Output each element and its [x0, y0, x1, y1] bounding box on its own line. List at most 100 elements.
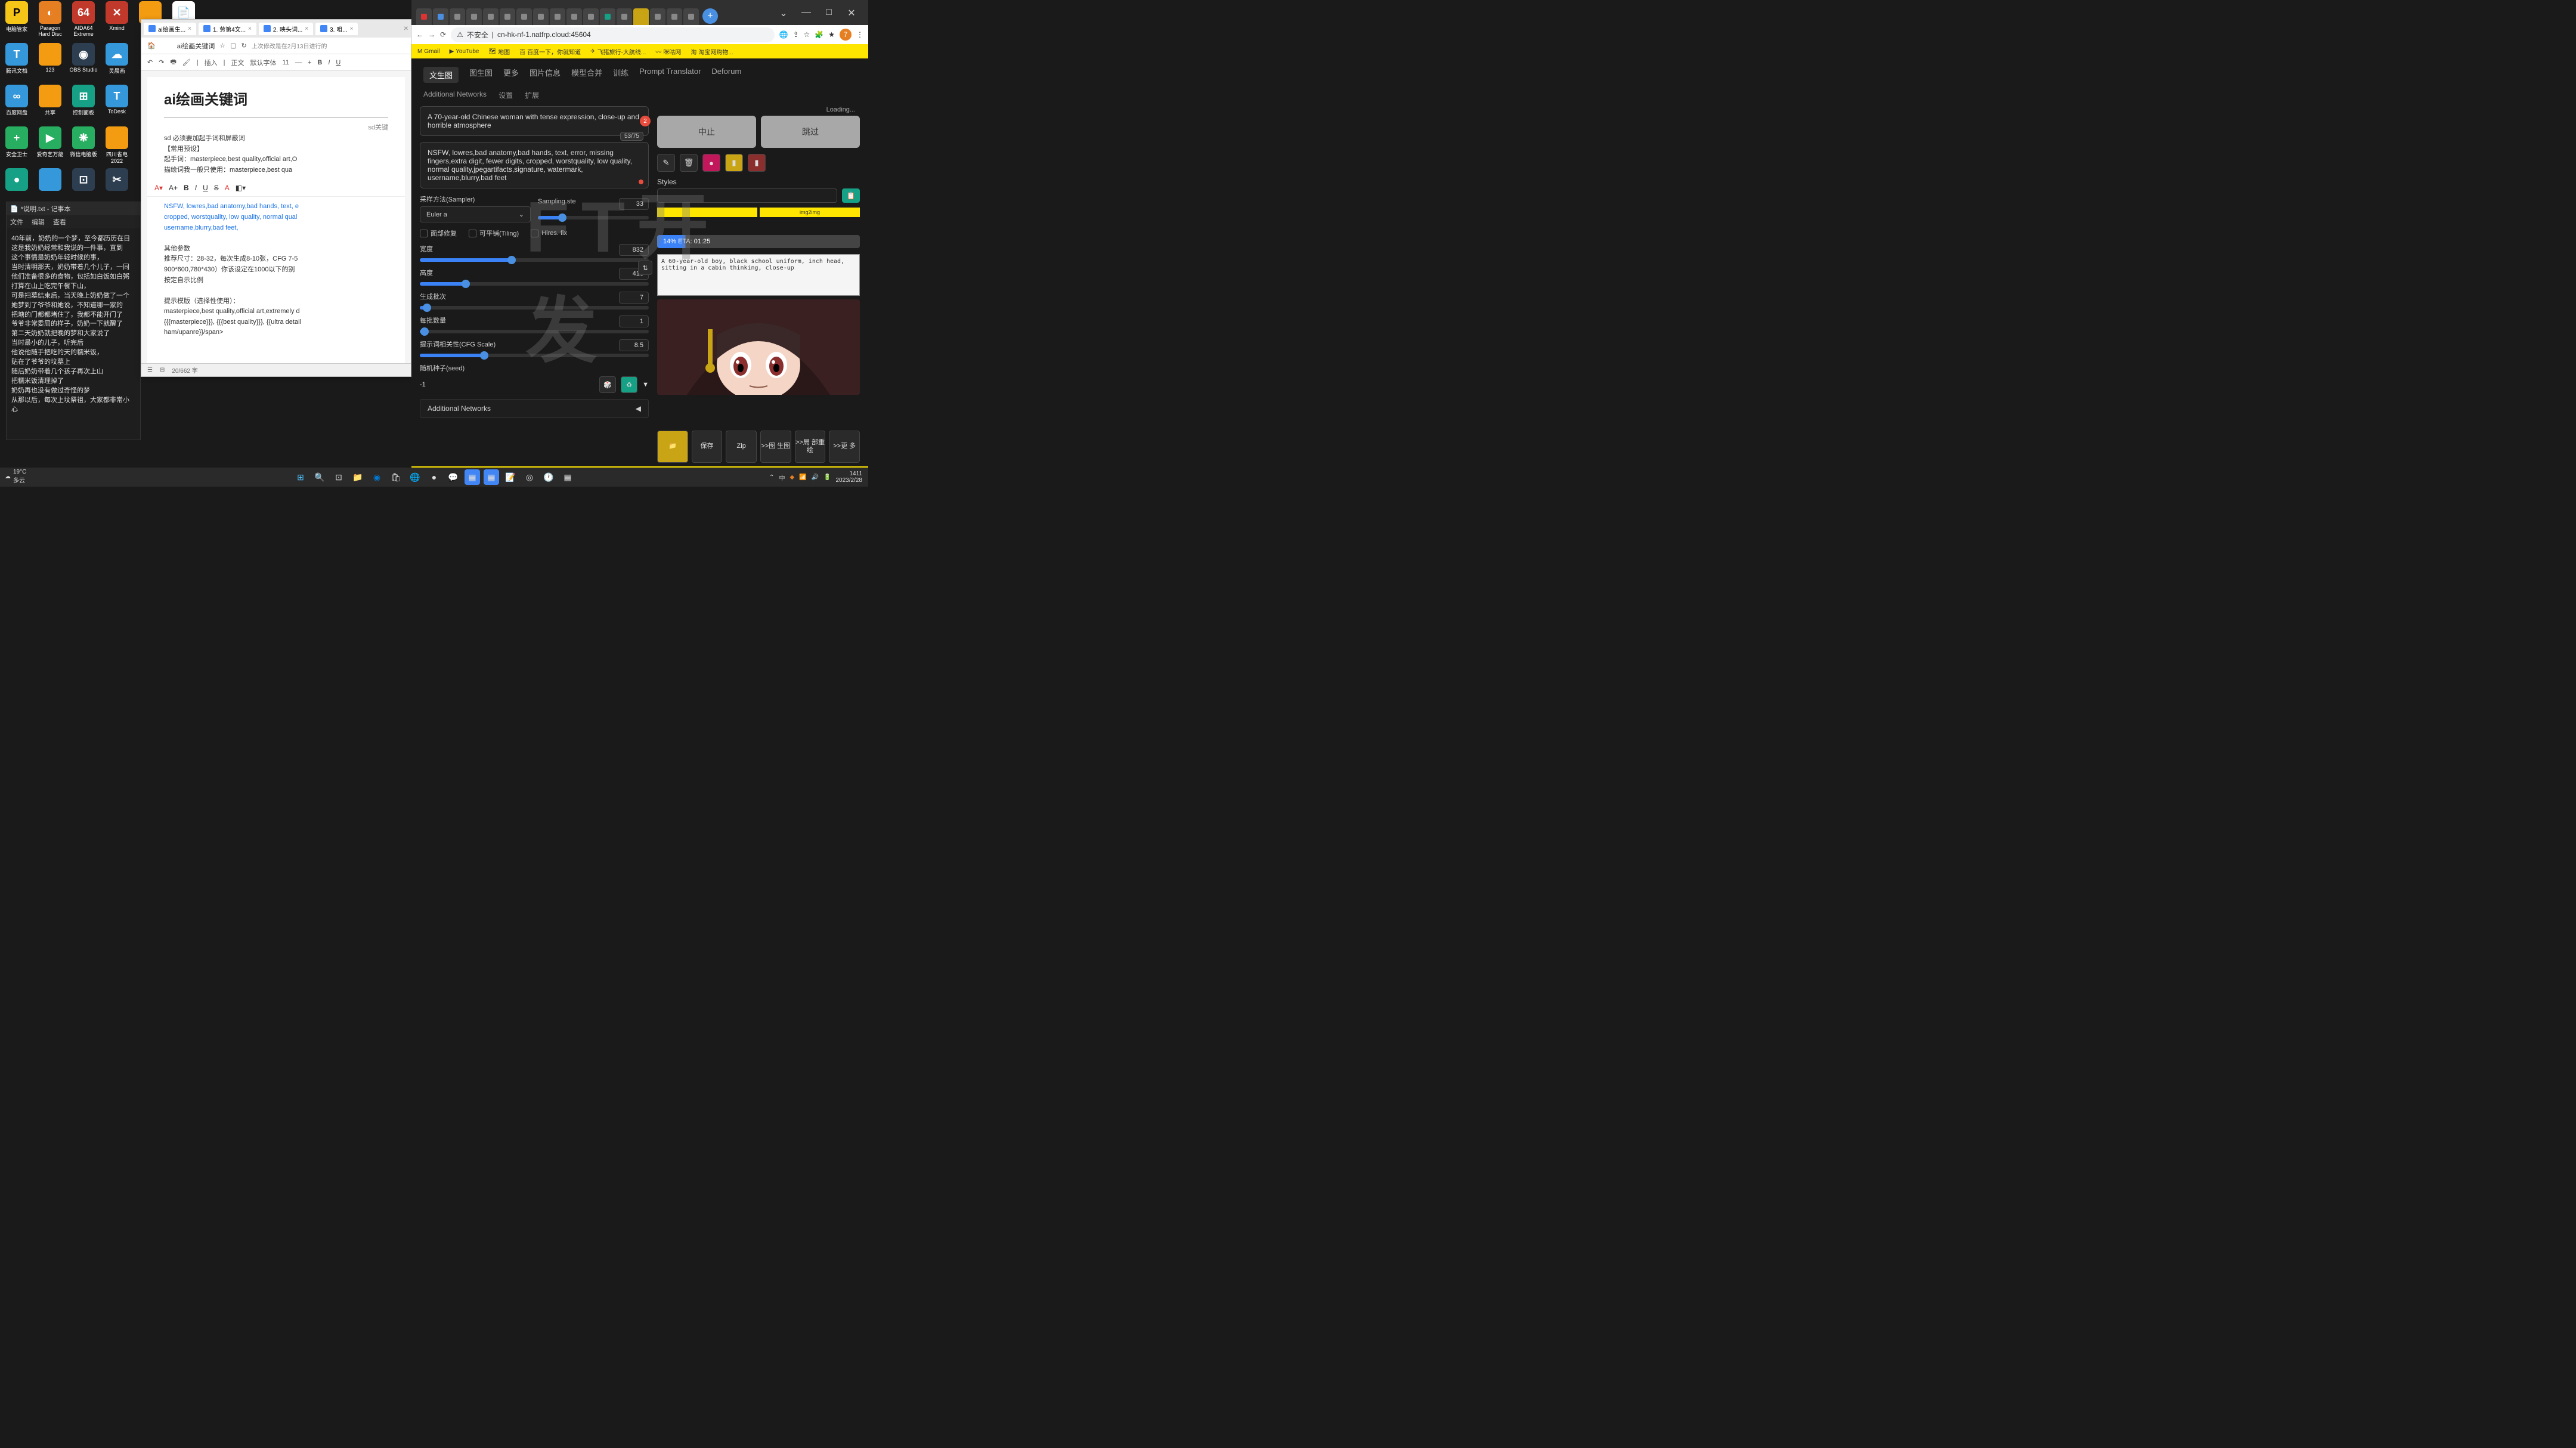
browser-tab[interactable] — [433, 8, 448, 25]
cfg-value[interactable]: 8.5 — [619, 339, 649, 351]
forward-icon[interactable]: → — [428, 30, 435, 39]
height-slider[interactable] — [420, 282, 649, 286]
desktop-icon[interactable]: ◉OBS Studio — [67, 42, 100, 83]
minimize-icon[interactable]: — — [798, 7, 815, 19]
browser-tab[interactable] — [600, 8, 615, 25]
bookmark-item[interactable]: 百百度一下，你就知道 — [519, 47, 581, 56]
clock-icon[interactable]: 🕐 — [541, 469, 556, 485]
skip-button[interactable]: 跳过 — [761, 116, 860, 148]
desktop-icon[interactable]: P电脑管家 — [0, 0, 33, 42]
italic-icon[interactable]: I — [328, 59, 330, 66]
reload-icon[interactable]: ⟳ — [440, 30, 446, 39]
folder-move-icon[interactable]: ▢ — [230, 42, 236, 49]
print-icon[interactable]: 🖶 — [170, 57, 176, 68]
dice-button[interactable]: 🎲 — [599, 376, 616, 393]
output-button[interactable]: >>图 生图 — [760, 431, 791, 463]
bookmark-item[interactable]: ✈飞猪旅行-大航线... — [590, 47, 646, 56]
doc-page[interactable]: ai绘画关键词 sd关键 sd 必须要加起手词和屏蔽词 【常用预设】 起手词：m… — [147, 77, 405, 363]
doc-title-input[interactable]: ai绘画关键词 — [177, 41, 215, 51]
styles-dropdown[interactable] — [657, 188, 837, 203]
bookmark-item[interactable]: 淘淘宝网购物... — [691, 47, 733, 56]
browser-tab[interactable] — [633, 8, 649, 25]
underline-icon[interactable]: U — [336, 59, 340, 66]
browser-tab[interactable] — [416, 8, 432, 25]
dropdown-icon[interactable]: ⌄ — [775, 7, 792, 19]
outline-icon[interactable]: ☰ — [147, 367, 153, 373]
app2-icon[interactable]: ▦ — [465, 469, 480, 485]
battery-icon[interactable]: 🔋 — [823, 474, 831, 481]
browser-tab[interactable] — [617, 8, 632, 25]
fontcolor-icon[interactable]: A▾ — [154, 182, 163, 194]
redo-icon[interactable]: ↷ — [159, 58, 164, 66]
italic2-icon[interactable]: I — [195, 182, 197, 194]
ext2-icon[interactable]: ★ — [828, 30, 835, 39]
desktop-icon[interactable]: ☁灵晨画 — [100, 42, 134, 83]
sd-tab[interactable]: 模型合并 — [571, 67, 602, 83]
notes-icon[interactable]: 📝 — [503, 469, 518, 485]
tray-chevron-icon[interactable]: ⌃ — [769, 474, 774, 481]
volume-icon[interactable]: 🔊 — [812, 474, 819, 481]
desktop-icon[interactable]: TToDesk — [100, 83, 134, 125]
wifi-icon[interactable]: 📶 — [799, 474, 806, 481]
doc-tab[interactable]: 1. 劳第4文...× — [199, 23, 256, 35]
new-tab-button[interactable]: + — [702, 8, 718, 24]
highlight-icon[interactable]: ◧▾ — [236, 182, 246, 194]
browser-tab[interactable] — [550, 8, 565, 25]
store-icon[interactable]: 🛍 — [388, 469, 404, 485]
batchcount-slider[interactable] — [420, 306, 649, 310]
style-select[interactable]: 正文 — [231, 58, 244, 67]
sd-tab[interactable]: Prompt Translator — [639, 67, 701, 83]
doc-tab[interactable]: 3. 咀...× — [315, 23, 358, 35]
desktop-icon[interactable]: ❋微信电脑版 — [67, 125, 100, 167]
browser-tab[interactable] — [566, 8, 582, 25]
chrome-icon[interactable]: 🌐 — [407, 469, 423, 485]
wechat-icon[interactable]: 💬 — [445, 469, 461, 485]
undo-icon[interactable]: ↶ — [147, 58, 153, 66]
batchsize-slider[interactable] — [420, 330, 649, 333]
output-button[interactable]: >>更 多 — [829, 431, 860, 463]
sd-tab[interactable]: 更多 — [503, 67, 519, 83]
start-icon[interactable]: ⊞ — [293, 469, 308, 485]
sd-tab[interactable]: 图生图 — [469, 67, 493, 83]
edge-icon[interactable]: ◉ — [369, 469, 385, 485]
bookmark-item[interactable]: ▶YouTube — [449, 48, 479, 55]
yellow-tag2[interactable]: img2img — [760, 208, 860, 217]
browser-tab[interactable] — [500, 8, 515, 25]
steps-value[interactable]: 33 — [619, 198, 649, 210]
bold2-icon[interactable]: B — [184, 182, 189, 194]
edit-icon[interactable]: ✎ — [657, 154, 675, 172]
tiling-check[interactable]: 可平铺(Tiling) — [469, 228, 519, 238]
batchcount-value[interactable]: 7 — [619, 292, 649, 304]
font-select[interactable]: 默认字体 — [250, 58, 277, 67]
bookmark-icon[interactable]: ☆ — [804, 30, 810, 39]
paint-icon[interactable]: 🖌 — [182, 58, 191, 66]
app5-icon[interactable]: ▦ — [560, 469, 575, 485]
desktop-icon[interactable]: 123 — [33, 42, 67, 83]
output-button[interactable]: >>局 部重绘 — [795, 431, 826, 463]
maximize-icon[interactable]: □ — [821, 7, 837, 19]
batchsize-value[interactable]: 1 — [619, 315, 649, 327]
preview-image[interactable] — [657, 299, 860, 395]
app1-icon[interactable]: ● — [426, 469, 442, 485]
apply-style-button[interactable]: 📋 — [842, 188, 860, 203]
interrupt-button[interactable]: 中止 — [657, 116, 756, 148]
weather-widget[interactable]: ☁ 19°C 多云 — [5, 469, 26, 484]
sampler-select[interactable]: Euler a ⌄ — [420, 206, 531, 222]
browser-tab[interactable] — [650, 8, 665, 25]
app4-icon[interactable]: ◎ — [522, 469, 537, 485]
browser-tab[interactable] — [483, 8, 499, 25]
ruler-icon[interactable]: ⊟ — [160, 367, 165, 373]
output-button[interactable]: Zip — [726, 431, 757, 463]
notepad-titlebar[interactable]: 📄 *说明.txt - 记事本 — [7, 202, 140, 215]
face-restore-check[interactable]: 面部修复 — [420, 228, 457, 238]
recycle-button[interactable]: ♻ — [621, 376, 637, 393]
width-value[interactable]: 832 — [619, 244, 649, 256]
desktop-icon[interactable]: 四川省电 2022 — [100, 125, 134, 167]
desktop-icon[interactable]: +安全卫士 — [0, 125, 33, 167]
app3-icon[interactable]: ▦ — [484, 469, 499, 485]
ext1-icon[interactable]: 🧩 — [815, 30, 823, 39]
notepad-body[interactable]: 40年前，奶奶的一个梦，至今都历历在目 这是我奶奶经常和我说的一件事，直到 这个… — [7, 228, 140, 421]
bookmark-item[interactable]: MGmail — [417, 48, 439, 55]
notepad-menu-item[interactable]: 查看 — [53, 217, 66, 227]
browser-tab[interactable] — [683, 8, 699, 25]
